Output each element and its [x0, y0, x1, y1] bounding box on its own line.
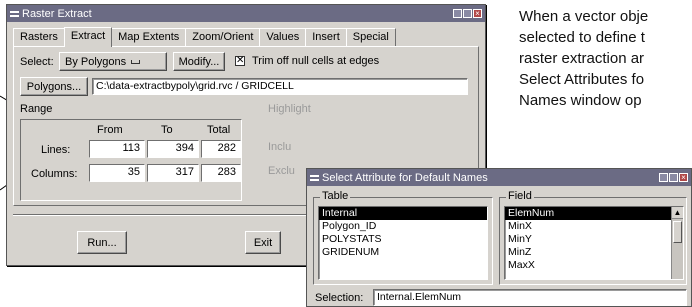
table-group-label: Table	[320, 190, 351, 202]
table-list-item[interactable]: Internal	[319, 207, 487, 220]
tab-special[interactable]: Special	[345, 28, 396, 47]
exclude-label: Exclu	[268, 165, 295, 177]
table-list-item[interactable]: POLYSTATS	[319, 233, 487, 246]
close-icon[interactable]: ×	[679, 173, 688, 182]
select-attribute-window: Select Attribute for Default Names × Tab…	[306, 168, 692, 307]
minimize-icon[interactable]	[659, 173, 668, 182]
include-label: Inclu	[268, 141, 292, 153]
table-list-item[interactable]: GRIDENUM	[319, 246, 487, 259]
trim-checkbox-label: Trim off null cells at edges	[252, 55, 380, 67]
scroll-up-icon[interactable]: ▲	[672, 207, 683, 219]
selection-label: Selection:	[315, 292, 364, 304]
select-attribute-titlebar[interactable]: Select Attribute for Default Names ×	[307, 169, 691, 186]
range-row-lines-label: Lines:	[41, 144, 71, 156]
maximize-icon[interactable]	[463, 9, 472, 18]
select-method-dropdown[interactable]: By Polygons	[59, 52, 167, 71]
polygons-button[interactable]: Polygons...	[20, 77, 88, 96]
tab-map-extents[interactable]: Map Extents	[111, 28, 187, 47]
field-group: Field ElemNum MinX MinY MinZ MaxX ▲	[499, 190, 687, 285]
tab-strip: Rasters Extract Map Extents Zoom/Orient …	[13, 27, 396, 47]
range-label: Range	[20, 103, 53, 115]
range-header-from: From	[97, 124, 123, 136]
selection-field[interactable]: Internal.ElemNum	[373, 289, 687, 306]
window-title: Select Attribute for Default Names	[322, 171, 488, 184]
dropdown-arrow-icon	[131, 59, 141, 64]
range-row-columns-label: Columns:	[31, 168, 78, 180]
description-line: Select Attributes fo	[519, 71, 645, 88]
tab-values[interactable]: Values	[259, 28, 307, 47]
modify-button[interactable]: Modify...	[173, 52, 225, 71]
tab-zoom-orient[interactable]: Zoom/Orient	[185, 28, 261, 47]
maximize-icon[interactable]	[669, 173, 678, 182]
exit-button[interactable]: Exit	[245, 231, 281, 254]
tab-insert[interactable]: Insert	[305, 28, 347, 47]
window-menu-icon[interactable]	[310, 174, 319, 181]
field-list-item[interactable]: ElemNum	[505, 207, 671, 220]
field-list-item[interactable]: MinZ	[505, 246, 683, 259]
columns-from-field[interactable]: 35	[89, 164, 145, 182]
description-line: raster extraction ar	[519, 50, 645, 67]
raster-extract-titlebar[interactable]: Raster Extract ×	[7, 5, 485, 22]
tab-extract[interactable]: Extract	[63, 27, 113, 47]
table-group: Table Internal Polygon_ID POLYSTATS GRID…	[313, 190, 493, 285]
field-list-item[interactable]: MaxX	[505, 259, 683, 272]
lines-total-field: 282	[201, 140, 241, 158]
window-title: Raster Extract	[22, 7, 92, 20]
lines-from-field[interactable]: 113	[89, 140, 145, 158]
scroll-thumb[interactable]	[673, 221, 682, 243]
trim-checkbox[interactable]: ✕	[235, 56, 245, 66]
minimize-icon[interactable]	[453, 9, 462, 18]
select-label: Select:	[20, 56, 54, 68]
description-line: selected to define t	[519, 29, 645, 46]
description-line: Names window op	[519, 92, 642, 109]
range-header-total: Total	[207, 124, 231, 136]
highlight-label: Highlight	[268, 103, 311, 115]
field-listbox[interactable]: ElemNum MinX MinY MinZ MaxX ▲	[504, 206, 684, 280]
tab-rasters[interactable]: Rasters	[13, 28, 65, 47]
description-text: When a vector obje selected to define t …	[519, 6, 692, 111]
range-group: From To Total Lines: 113 394 282 Columns…	[20, 119, 242, 201]
table-list-item[interactable]: Polygon_ID	[319, 220, 487, 233]
description-line: When a vector obje	[519, 8, 649, 25]
close-icon[interactable]: ×	[473, 9, 482, 18]
columns-to-field[interactable]: 317	[147, 164, 199, 182]
field-list-item[interactable]: MinY	[505, 233, 683, 246]
field-scrollbar[interactable]: ▲	[671, 207, 683, 279]
run-button[interactable]: Run...	[77, 231, 127, 254]
select-method-value: By Polygons	[65, 55, 127, 68]
window-menu-icon[interactable]	[10, 10, 19, 17]
polygon-path-field[interactable]: C:\data-extractbypoly\grid.rvc / GRIDCEL…	[92, 78, 468, 95]
field-list-item[interactable]: MinX	[505, 220, 683, 233]
table-listbox[interactable]: Internal Polygon_ID POLYSTATS GRIDENUM	[318, 206, 488, 280]
field-group-label: Field	[506, 190, 534, 202]
lines-to-field[interactable]: 394	[147, 140, 199, 158]
range-header-to: To	[161, 124, 173, 136]
columns-total-field: 283	[201, 164, 241, 182]
